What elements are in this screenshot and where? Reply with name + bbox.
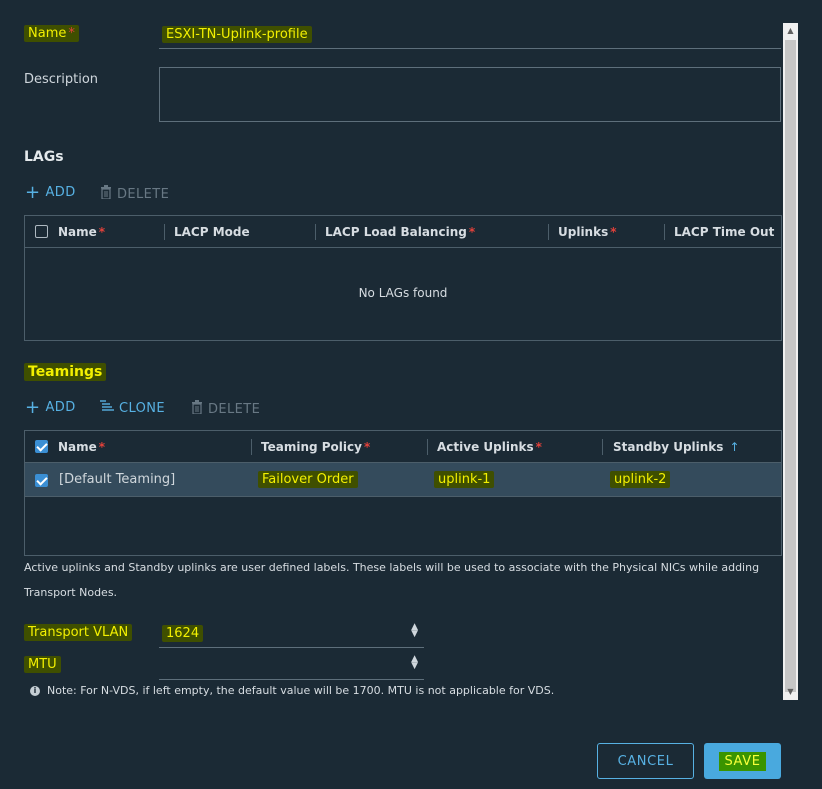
name-value: ESXI-TN-Uplink-profile <box>162 26 312 43</box>
trash-icon <box>100 185 112 203</box>
teamings-select-all-checkbox[interactable] <box>35 440 48 453</box>
row-checkbox[interactable] <box>35 474 48 487</box>
teamings-col-teaming-policy[interactable]: Teaming Policy * <box>261 431 370 463</box>
transport-vlan-value: 1624 <box>162 625 204 642</box>
transport-vlan-label: Transport VLAN <box>24 624 133 641</box>
scrollbar[interactable]: ▲ ▼ <box>783 23 798 700</box>
mtu-stepper[interactable]: ▲ ▼ <box>411 655 418 671</box>
lags-table: Name * LACP Mode LACP Load Balancing * Upl… <box>24 215 782 341</box>
cancel-button[interactable]: CANCEL <box>597 743 694 779</box>
clone-icon <box>100 400 114 416</box>
teamings-delete-button[interactable]: DELETE <box>191 400 260 418</box>
plus-icon: + <box>25 396 41 418</box>
scroll-thumb[interactable] <box>785 40 796 692</box>
lags-table-header: Name * LACP Mode LACP Load Balancing * Upl… <box>25 216 781 248</box>
lags-col-uplinks[interactable]: Uplinks * <box>558 216 617 248</box>
info-icon: i <box>30 685 40 696</box>
teaming-policy: Failover Order <box>258 463 358 497</box>
teamings-add-button[interactable]: + ADD <box>25 396 76 418</box>
sort-ascending-icon: ↑ <box>729 440 740 454</box>
save-button[interactable]: SAVE <box>704 743 781 779</box>
lags-col-lacp-mode[interactable]: LACP Mode <box>174 216 250 248</box>
plus-icon: + <box>25 181 41 203</box>
lags-select-all-checkbox[interactable] <box>35 225 48 238</box>
uplinks-info-text: Active uplinks and Standby uplinks are u… <box>24 561 760 599</box>
table-row[interactable]: [Default Teaming] Failover Order uplink-… <box>25 463 781 497</box>
name-label: Name * <box>24 25 79 42</box>
teamings-col-standby-uplinks[interactable]: Standby Uplinks ↑ <box>613 431 740 463</box>
teamings-table-header: Name * Teaming Policy * Active Uplinks * St… <box>25 431 781 463</box>
teamings-table: Name * Teaming Policy * Active Uplinks * St… <box>24 430 782 556</box>
transport-vlan-stepper[interactable]: ▲ ▼ <box>411 623 418 639</box>
uplink-profile-form: Name * ESXI-TN-Uplink-profile Description… <box>0 0 800 705</box>
teamings-clone-button[interactable]: CLONE <box>100 400 165 416</box>
mtu-label: MTU <box>24 656 61 673</box>
lags-col-lacp-load-balancing[interactable]: LACP Load Balancing * <box>325 216 475 248</box>
teamings-col-name[interactable]: Name * <box>58 431 105 463</box>
lags-title: LAGs <box>24 149 64 165</box>
scroll-down-arrow-icon[interactable]: ▼ <box>783 685 798 699</box>
description-textarea[interactable] <box>159 67 781 122</box>
lags-empty-message: No LAGs found <box>358 286 448 300</box>
teaming-standby-uplinks: uplink-2 <box>610 463 671 497</box>
mtu-input[interactable]: ▲ ▼ <box>159 652 424 680</box>
lags-col-name[interactable]: Name * <box>58 216 105 248</box>
lags-add-button[interactable]: + ADD <box>25 181 76 203</box>
transport-vlan-input[interactable]: 1624 ▲ ▼ <box>159 620 424 648</box>
name-input[interactable]: ESXI-TN-Uplink-profile <box>159 20 781 49</box>
mtu-note: i Note: For N-VDS, if left empty, the de… <box>30 684 554 697</box>
teamings-col-active-uplinks[interactable]: Active Uplinks * <box>437 431 542 463</box>
trash-icon <box>191 400 203 418</box>
lags-col-lacp-time-out[interactable]: LACP Time Out <box>674 216 774 248</box>
teaming-name: [Default Teaming] <box>59 472 176 487</box>
description-label: Description <box>24 72 99 87</box>
teamings-title: Teamings <box>24 363 107 381</box>
scroll-up-arrow-icon[interactable]: ▲ <box>783 24 798 38</box>
teaming-active-uplinks: uplink-1 <box>434 463 495 497</box>
lags-delete-button[interactable]: DELETE <box>100 185 169 203</box>
